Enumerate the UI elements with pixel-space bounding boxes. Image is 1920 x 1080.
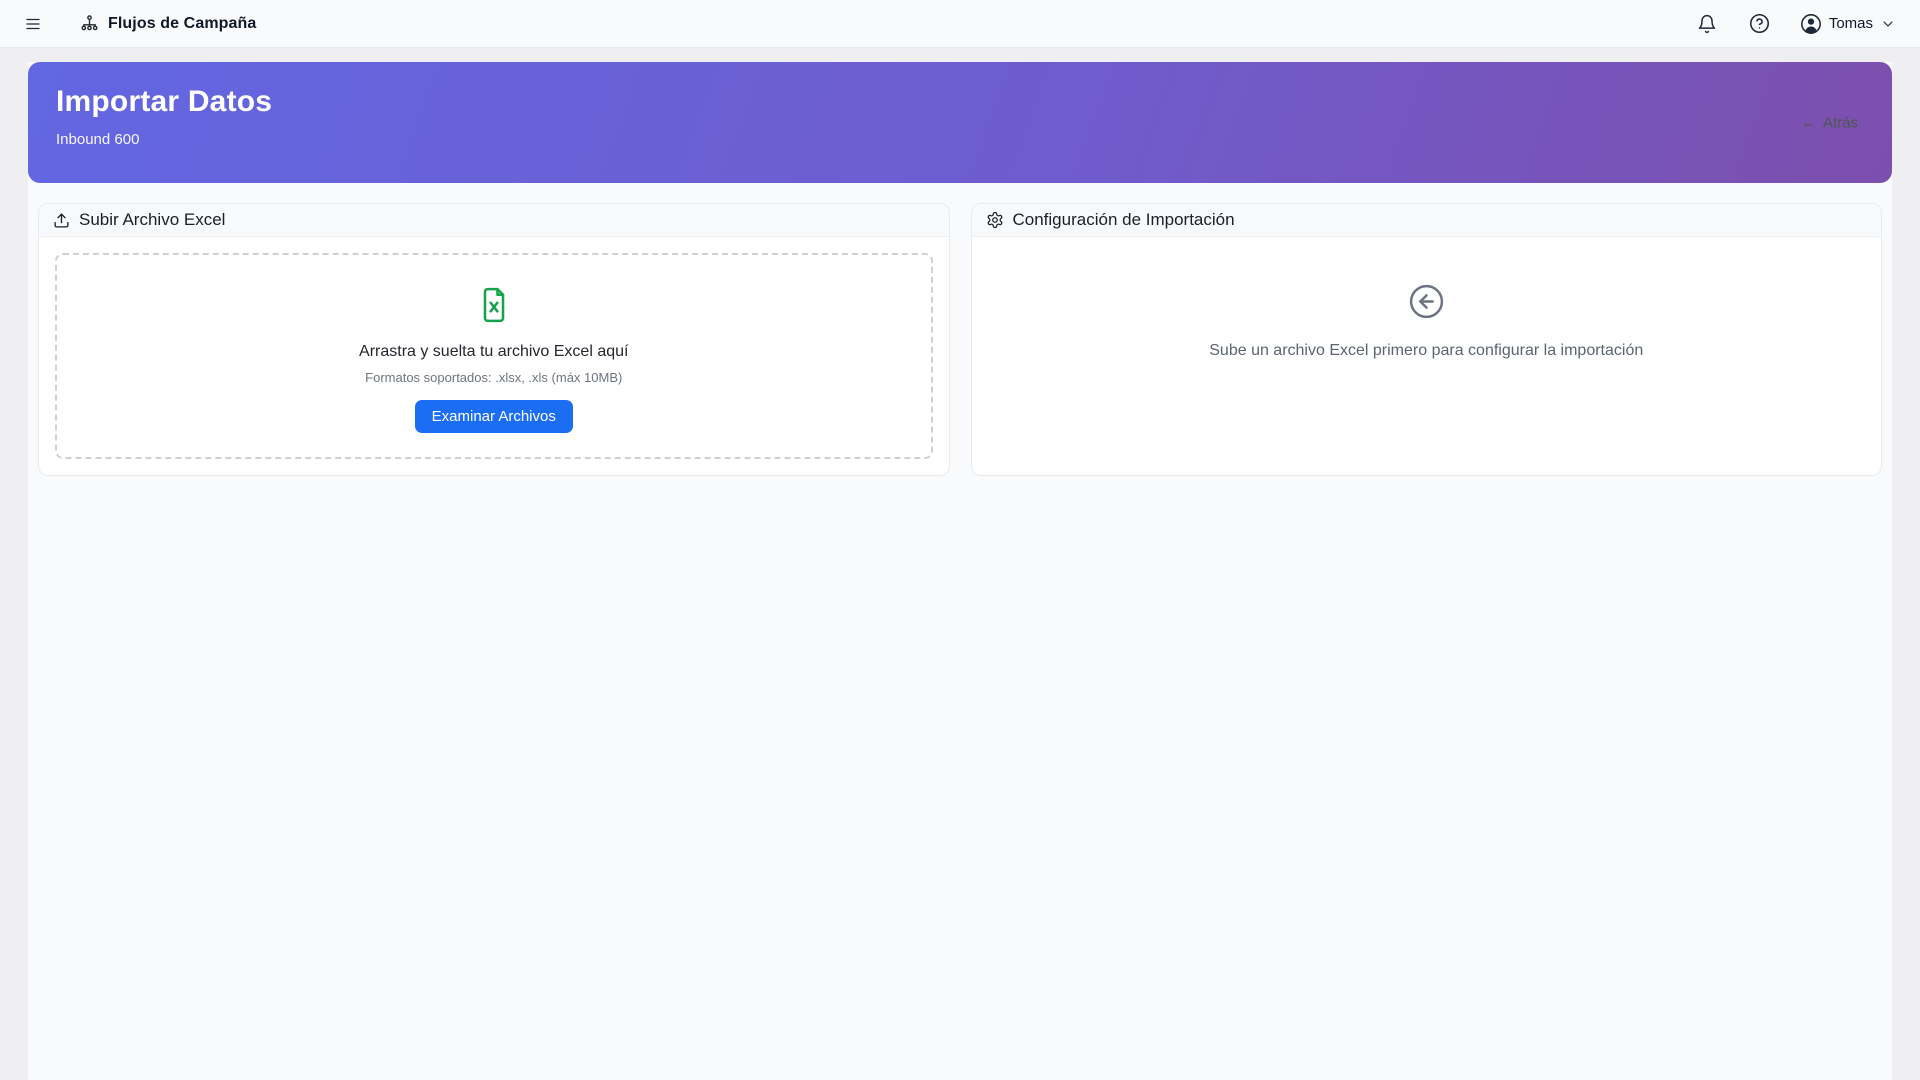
config-empty-message: Sube un archivo Excel primero para confi… xyxy=(992,342,1862,360)
menu-button[interactable] xyxy=(22,13,44,35)
settings-icon xyxy=(986,211,1004,229)
upload-card-body: Arrastra y suelta tu archivo Excel aquí … xyxy=(39,237,949,475)
back-link[interactable]: ← Atrás xyxy=(1801,114,1858,131)
arrow-left-icon: ← xyxy=(1801,114,1816,131)
user-avatar-icon xyxy=(1800,13,1822,35)
upload-icon xyxy=(53,212,70,229)
config-card-header: Configuración de Importación xyxy=(972,204,1882,237)
bell-icon xyxy=(1697,14,1717,34)
config-card-title: Configuración de Importación xyxy=(1013,210,1235,230)
user-menu[interactable]: Tomas xyxy=(1800,13,1896,35)
excel-dropzone[interactable]: Arrastra y suelta tu archivo Excel aquí … xyxy=(55,253,933,459)
upload-card-header: Subir Archivo Excel xyxy=(39,204,949,237)
back-link-label: Atrás xyxy=(1823,114,1858,131)
config-card: Configuración de Importación Sube un arc… xyxy=(971,203,1883,476)
menu-icon xyxy=(24,15,42,33)
topbar-actions: Tomas xyxy=(1695,11,1896,36)
dropzone-headline: Arrastra y suelta tu archivo Excel aquí xyxy=(77,343,911,361)
browse-files-button[interactable]: Examinar Archivos xyxy=(415,400,573,433)
hero-header: Importar Datos Inbound 600 ← Atrás xyxy=(28,62,1892,183)
page-title: Importar Datos xyxy=(56,84,1858,120)
main-content: Importar Datos Inbound 600 ← Atrás Subir… xyxy=(28,62,1892,1080)
topbar: Flujos de Campaña xyxy=(0,0,1920,48)
cards-row: Subir Archivo Excel Arrastra y suelta tu… xyxy=(28,183,1892,476)
dropzone-formats: Formatos soportados: .xlsx, .xls (máx 10… xyxy=(77,370,911,385)
page-subtitle: Inbound 600 xyxy=(56,131,1858,148)
workflow-icon xyxy=(80,14,99,33)
chevron-down-icon xyxy=(1880,16,1896,32)
upload-card: Subir Archivo Excel Arrastra y suelta tu… xyxy=(38,203,950,476)
brand: Flujos de Campaña xyxy=(80,14,256,33)
config-empty-state: Sube un archivo Excel primero para confi… xyxy=(972,237,1882,360)
help-circle-icon xyxy=(1749,13,1770,34)
excel-file-icon xyxy=(475,285,513,325)
upload-card-title: Subir Archivo Excel xyxy=(79,210,225,230)
arrow-left-circle-icon xyxy=(1408,283,1445,320)
user-name: Tomas xyxy=(1829,15,1873,32)
notifications-button[interactable] xyxy=(1695,12,1719,36)
help-button[interactable] xyxy=(1747,11,1772,36)
app-title: Flujos de Campaña xyxy=(108,15,256,33)
